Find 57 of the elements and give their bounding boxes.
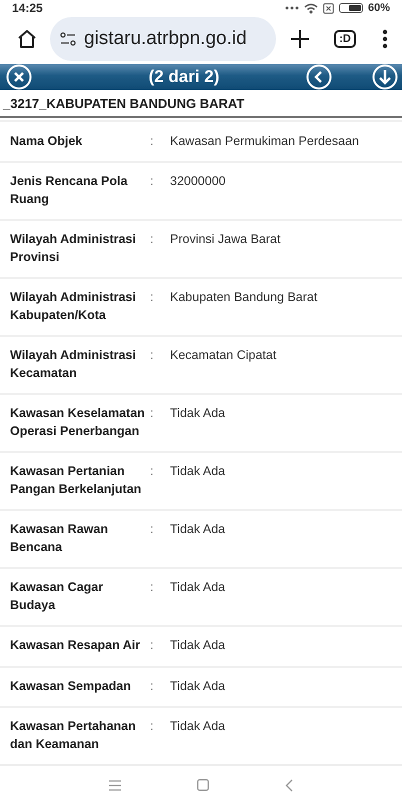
colon-separator: : [150, 678, 154, 695]
attribute-label: Kawasan Resapan Air [10, 637, 142, 654]
address-bar[interactable]: ɡistaru.atrbpn.go.id [50, 16, 276, 61]
attribute-label: Wilayah Administrasi Provinsi [10, 231, 137, 266]
colon-separator: : [150, 173, 154, 190]
attribute-label: Wilayah Administrasi Kabupaten/Kota [10, 289, 137, 324]
attribute-value: Tidak Ada [170, 678, 226, 695]
attribute-value: Tidak Ada [170, 521, 226, 538]
battery-icon [338, 3, 363, 14]
attribute-value: Tidak Ada [170, 463, 226, 480]
layer-title: _3217_KABUPATEN BANDUNG BARAT [0, 90, 402, 118]
colon-separator: : [150, 132, 154, 150]
colon-separator: : [150, 718, 154, 736]
attribute-value: Kabupaten Bandung Barat [170, 289, 318, 306]
home-icon[interactable] [16, 28, 38, 50]
attribute-value: Kecamatan Cipatat [170, 347, 278, 364]
attribute-label: Kawasan Pertahanan dan Keamanan [10, 718, 137, 753]
popup-title: (2 dari 2) [148, 66, 220, 87]
more-dots-icon [284, 6, 299, 10]
back-icon[interactable] [285, 778, 293, 792]
attribute-label: Kawasan Keselamatan Operasi Penerbangan [10, 405, 146, 440]
colon-separator: : [150, 405, 154, 422]
attribute-label: Kawasan Rawan Bencana [10, 521, 109, 556]
download-icon[interactable] [372, 64, 398, 90]
tab-switcher-button[interactable]: :D [334, 30, 356, 48]
previous-icon[interactable] [306, 64, 332, 90]
attribute-value: Tidak Ada [170, 579, 226, 596]
attribute-label: Kawasan Pertanian Pangan Berkelanjutan [10, 463, 142, 498]
colon-separator: : [150, 231, 154, 248]
attribute-label: Nama Objek [10, 132, 84, 150]
sim-icon [322, 2, 334, 14]
colon-separator: : [150, 463, 154, 480]
battery-percent: 60% [368, 2, 390, 14]
colon-separator: : [150, 289, 154, 306]
attribute-value: 32000000 [170, 173, 227, 190]
attribute-value: Tidak Ada [170, 718, 226, 736]
attribute-label: Jenis Rencana Pola Ruang [10, 173, 128, 208]
attribute-label: Wilayah Administrasi Kecamatan [10, 347, 137, 382]
attribute-label: Kawasan Sempadan [10, 678, 132, 695]
status-time: 14:25 [12, 1, 43, 16]
home-button-icon[interactable] [197, 779, 209, 792]
colon-separator: : [150, 521, 154, 538]
recent-apps-icon[interactable] [109, 780, 121, 791]
close-icon[interactable] [6, 64, 32, 90]
url-text: ɡistaru.atrbpn.go.id [84, 28, 247, 50]
menu-icon[interactable] [382, 28, 388, 49]
colon-separator: : [150, 347, 154, 364]
attribute-value: Tidak Ada [170, 637, 226, 654]
attribute-value: Tidak Ada [170, 405, 226, 422]
wifi-icon [304, 2, 318, 14]
site-settings-icon[interactable] [60, 32, 76, 46]
attribute-value: Kawasan Permukiman Perdesaan [170, 132, 360, 150]
new-tab-icon[interactable] [290, 28, 310, 49]
attribute-value: Provinsi Jawa Barat [170, 231, 282, 248]
colon-separator: : [150, 579, 154, 596]
colon-separator: : [150, 637, 154, 654]
attribute-label: Kawasan Cagar Budaya [10, 579, 104, 614]
